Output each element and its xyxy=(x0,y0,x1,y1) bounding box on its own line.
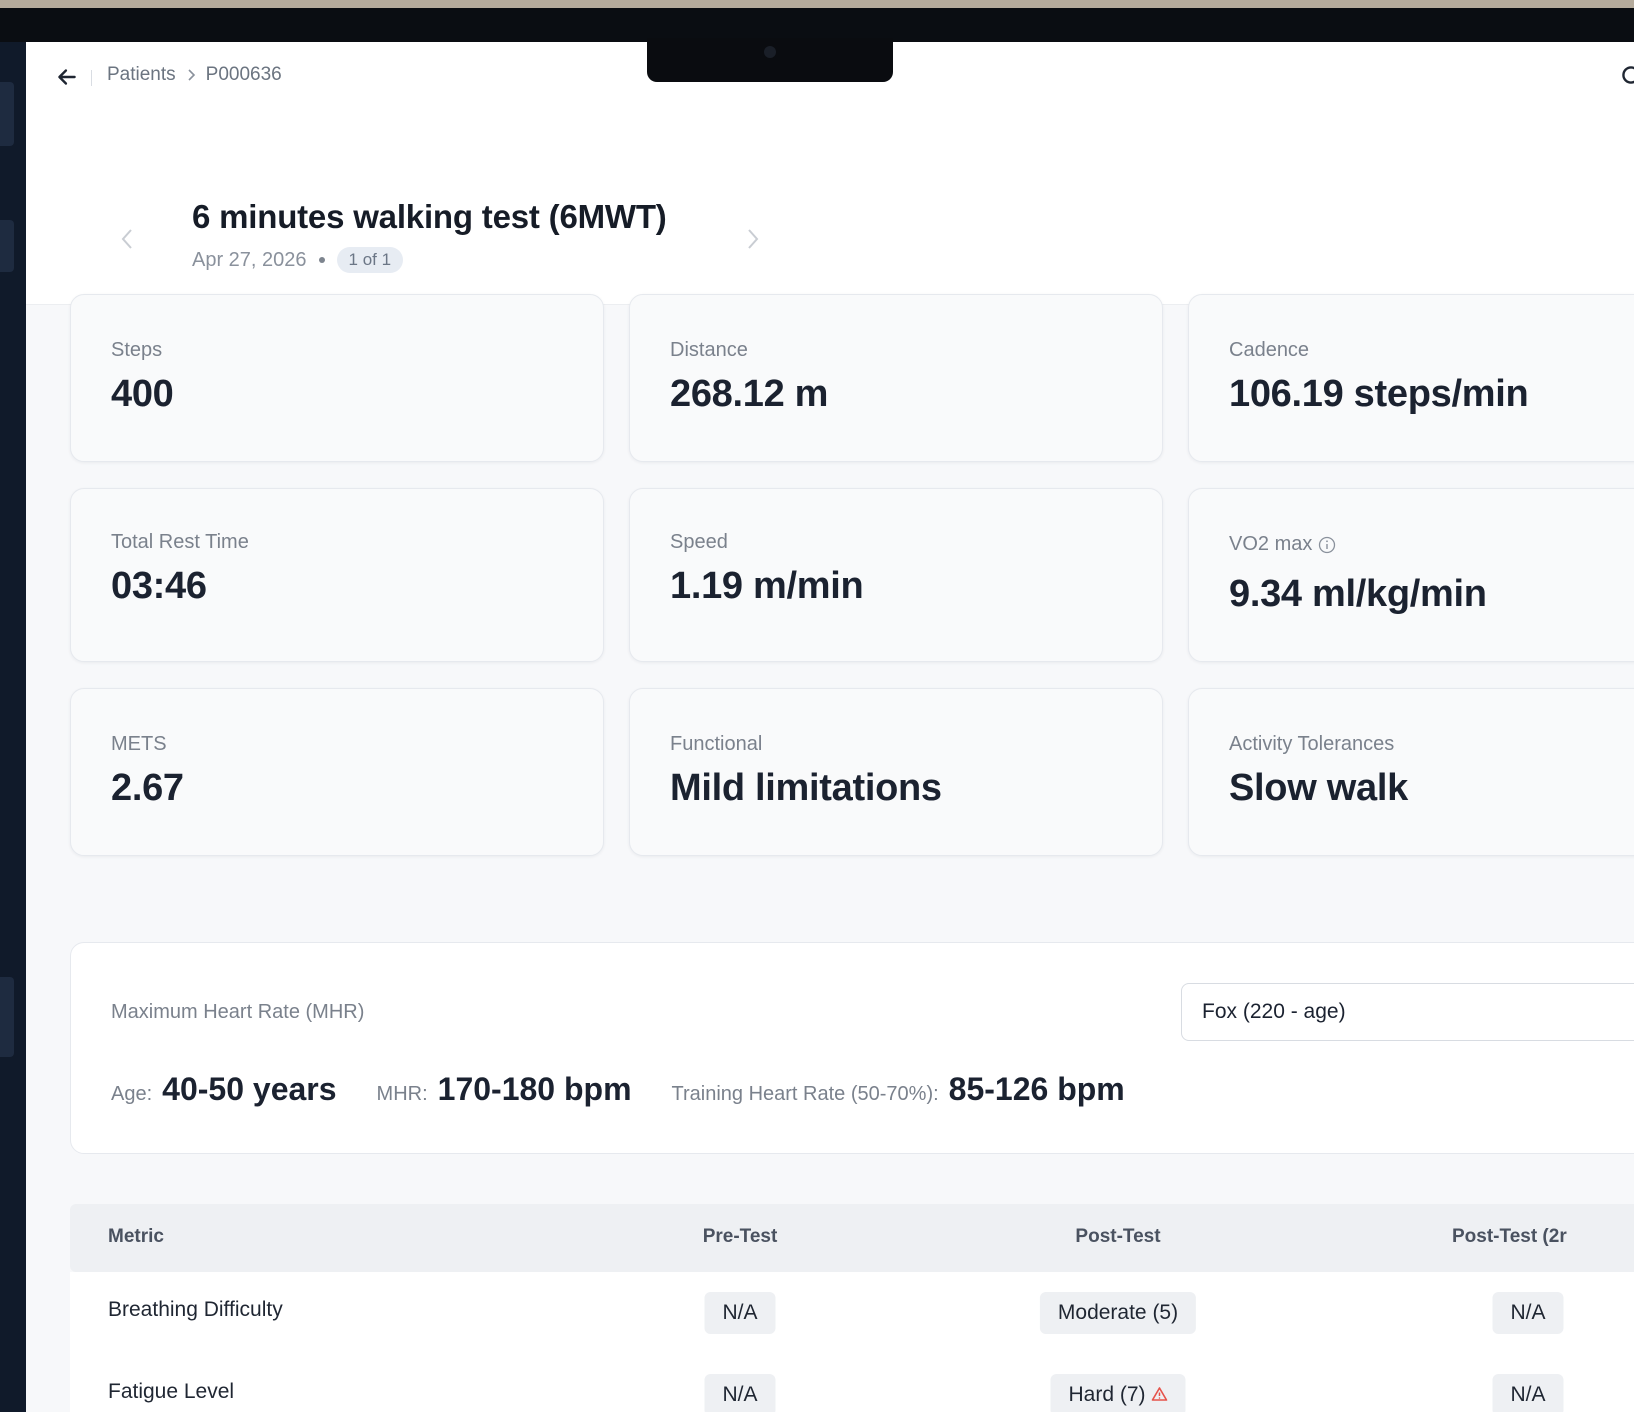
chevron-right-icon[interactable] xyxy=(742,224,764,254)
column-header-metric: Metric xyxy=(108,1226,164,1247)
post-test-value: Moderate (5) xyxy=(1039,1292,1197,1334)
card-label: Distance xyxy=(670,339,748,361)
divider xyxy=(91,70,92,86)
arrow-left-icon[interactable] xyxy=(54,64,80,90)
page-title: 6 minutes walking test (6MWT) xyxy=(192,198,667,235)
card-value: Slow walk xyxy=(1229,767,1408,809)
functional-card: Functional Mild limitations xyxy=(629,688,1163,856)
warning-triangle-icon xyxy=(1151,1387,1168,1401)
test-header: 6 minutes walking test (6MWT) Apr 27, 20… xyxy=(26,112,1634,305)
mets-card: METS 2.67 xyxy=(70,688,604,856)
card-label: Speed xyxy=(670,531,728,553)
camera-icon xyxy=(764,46,776,58)
card-value: 268.12 m xyxy=(670,373,829,415)
chevron-left-icon[interactable] xyxy=(116,224,138,254)
mhr-formula-select[interactable]: Fox (220 - age) xyxy=(1181,983,1634,1041)
card-value: 2.67 xyxy=(111,767,184,809)
card-label: Total Rest Time xyxy=(111,531,249,553)
mhr-formula-value: Fox (220 - age) xyxy=(1202,1000,1346,1023)
breadcrumb-current: P000636 xyxy=(205,64,282,85)
table-row: Fatigue Level N/A Hard (7) N/A xyxy=(70,1354,1634,1412)
table-header: Metric Pre-Test Post-Test Post-Test (2r xyxy=(70,1204,1634,1272)
distance-card: Distance 268.12 m xyxy=(629,294,1163,462)
row-label: Fatigue Level xyxy=(108,1380,235,1403)
pre-test-value: N/A xyxy=(704,1374,776,1412)
settings-icon[interactable] xyxy=(1618,62,1634,88)
info-icon[interactable] xyxy=(1318,536,1336,554)
chevron-right-icon xyxy=(188,69,195,81)
test-position-badge: 1 of 1 xyxy=(336,247,404,273)
separator-dot xyxy=(318,257,325,263)
steps-card: Steps 400 xyxy=(70,294,604,462)
mhr-card: Maximum Heart Rate (MHR) Fox (220 - age)… xyxy=(70,942,1634,1154)
thr-value: 85-126 bpm xyxy=(948,1071,1125,1107)
column-header-pre-test: Pre-Test xyxy=(702,1226,778,1247)
sidebar-item xyxy=(0,82,14,146)
photo-top-edge xyxy=(0,0,1634,8)
activity-tolerance-card: Activity Tolerances Slow walk xyxy=(1188,688,1634,856)
age-label: Age: xyxy=(111,1083,153,1105)
card-value: 1.19 m/min xyxy=(670,565,864,607)
sidebar-item xyxy=(0,977,14,1057)
card-label: Functional xyxy=(670,733,763,755)
mhr-values: Age: 40-50 years MHR: 170-180 bpm Traini… xyxy=(111,1071,1165,1108)
column-header-post-test-2: Post-Test (2r xyxy=(1452,1226,1567,1247)
card-label: METS xyxy=(111,733,167,755)
camera-notch xyxy=(647,38,893,82)
card-value: 400 xyxy=(111,373,174,415)
breadcrumb-patients[interactable]: Patients xyxy=(107,64,176,86)
breadcrumb: Patients P000636 xyxy=(107,64,282,86)
card-label: Steps xyxy=(111,339,163,361)
post-test-2-value: N/A xyxy=(1492,1374,1564,1412)
mhr-title: Maximum Heart Rate (MHR) xyxy=(111,1001,365,1023)
column-header-post-test: Post-Test xyxy=(1075,1226,1161,1247)
pre-test-value: N/A xyxy=(704,1292,776,1334)
cadence-card: Cadence 106.19 steps/min xyxy=(1188,294,1634,462)
card-value: 9.34 ml/kg/min xyxy=(1229,573,1487,615)
table-row: Breathing Difficulty N/A Moderate (5) N/… xyxy=(70,1272,1634,1355)
test-date: Apr 27, 2026 xyxy=(192,248,307,271)
card-value: Mild limitations xyxy=(670,767,942,809)
row-label: Breathing Difficulty xyxy=(108,1298,283,1321)
rest-time-card: Total Rest Time 03:46 xyxy=(70,488,604,662)
card-label: VO2 max xyxy=(1229,533,1313,555)
post-test-2-value: N/A xyxy=(1492,1292,1564,1334)
app-screen: Patients P000636 6 minutes walking test … xyxy=(26,42,1634,1412)
sidebar-edge xyxy=(0,42,26,1412)
mhr-value: 170-180 bpm xyxy=(437,1071,632,1107)
sidebar-item xyxy=(0,220,14,272)
card-value: 106.19 steps/min xyxy=(1229,373,1529,415)
post-test-value-cell: Hard (7) xyxy=(1050,1374,1186,1412)
card-value: 03:46 xyxy=(111,565,207,607)
age-value: 40-50 years xyxy=(162,1071,337,1107)
post-test-value: Hard (7) xyxy=(1068,1383,1146,1406)
thr-label: Training Heart Rate (50-70%): xyxy=(671,1083,939,1105)
mhr-label: MHR: xyxy=(376,1083,428,1105)
vo2max-card: VO2 max 9.34 ml/kg/min xyxy=(1188,488,1634,662)
card-label: Activity Tolerances xyxy=(1229,733,1395,755)
device-bezel xyxy=(0,8,1634,42)
test-meta: Apr 27, 2026 1 of 1 xyxy=(192,247,404,273)
card-label: Cadence xyxy=(1229,339,1310,361)
card-label-row: VO2 max xyxy=(1229,533,1336,556)
speed-card: Speed 1.19 m/min xyxy=(629,488,1163,662)
